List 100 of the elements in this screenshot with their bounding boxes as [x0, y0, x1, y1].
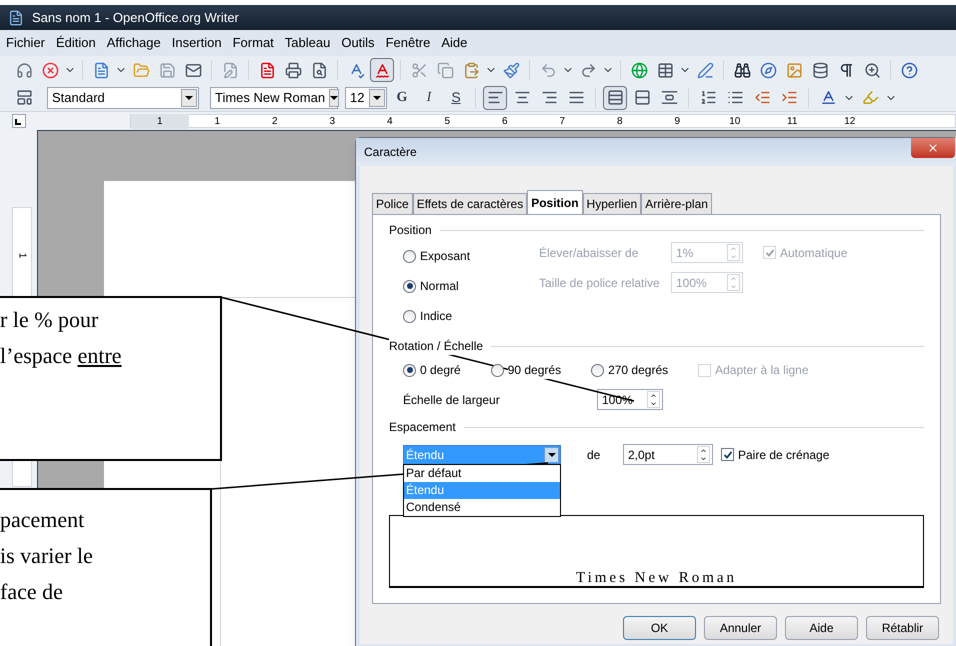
align-icon	[514, 89, 530, 106]
menu-item[interactable]: Outils	[341, 33, 375, 53]
radio-option[interactable]: Indice	[403, 307, 539, 325]
menu-item[interactable]: Fichier	[6, 33, 46, 53]
field-label: de	[587, 446, 602, 464]
styles-icon	[16, 89, 32, 106]
format-button[interactable]: I	[417, 86, 441, 110]
paste-icon	[462, 62, 480, 78]
menu-item[interactable]: Tableau	[284, 33, 330, 53]
dialog-title: Caractère	[364, 144, 417, 161]
edit-document-icon	[222, 62, 238, 78]
ruler-number: 9	[673, 114, 682, 128]
tab-stop-icon	[12, 114, 26, 128]
table-icon	[656, 62, 674, 78]
style-combo[interactable]: Standard	[47, 86, 199, 108]
ruler-number: 2	[270, 114, 279, 128]
checkbox[interactable]: Paire de crénage	[721, 446, 830, 464]
line-spacing-icon	[606, 89, 624, 106]
dropdown-value: Étendu	[405, 446, 446, 464]
align-icon	[486, 89, 504, 106]
dropdown-option[interactable]: Par défaut	[404, 465, 560, 482]
spin-arrows-icon	[727, 244, 740, 261]
group-heading: Rotation / Échelle	[389, 337, 484, 355]
callout-text: r le % pour l’espace entre	[0, 296, 222, 461]
copy-icon	[436, 62, 454, 78]
ruler-number: 1	[131, 114, 188, 128]
menu-item[interactable]: Format	[232, 33, 274, 53]
spin-arrows-icon	[647, 391, 660, 408]
combo-value: Standard	[51, 88, 106, 107]
new-document-icon	[92, 62, 110, 78]
dialog-tab[interactable]: Position	[527, 190, 583, 214]
database-icon	[812, 62, 828, 78]
spin-arrows-icon	[727, 274, 740, 291]
line-spacing-button[interactable]	[603, 86, 627, 110]
menu-item[interactable]: Affichage	[106, 33, 161, 53]
cut-icon	[410, 62, 428, 78]
undo-icon	[540, 62, 556, 78]
compass-icon	[760, 62, 776, 78]
callout-text: pacement is varier le face de	[0, 488, 212, 646]
menu-item[interactable]: Édition	[56, 33, 96, 53]
font-combo[interactable]: Times New Roman	[210, 86, 338, 108]
save-icon	[158, 62, 176, 78]
ruler-number: 4	[386, 114, 394, 128]
line-spacing-icon	[634, 89, 650, 106]
field-label: Élever/abaisser de	[539, 244, 640, 262]
pdf-icon	[258, 62, 276, 78]
headset-icon	[16, 62, 32, 78]
picture-icon	[786, 62, 802, 78]
highlighter-icon	[862, 89, 878, 106]
size-combo[interactable]: 12	[345, 86, 387, 108]
redo-icon	[580, 62, 596, 78]
ruler-number: 12	[843, 114, 856, 128]
format-button[interactable]: G	[390, 86, 414, 110]
format-button[interactable]: S	[444, 86, 468, 110]
dialog-tab[interactable]: Arrière-plan	[641, 193, 712, 214]
dialog-tab[interactable]: Hyperlien	[582, 193, 642, 214]
menu-item[interactable]: Aide	[441, 33, 468, 53]
radio-option[interactable]: Normal	[403, 277, 539, 295]
spellcheck-icon	[374, 62, 390, 78]
open-folder-icon	[132, 62, 150, 78]
spin-arrows-icon	[697, 446, 710, 463]
spellcheck-button[interactable]	[370, 58, 394, 82]
zoom-icon	[864, 62, 880, 78]
dialog-tab[interactable]: Police	[372, 193, 413, 214]
dropdown-option[interactable]: Condensé	[404, 499, 560, 516]
preview-icon	[310, 62, 328, 78]
dialog-button[interactable]: Rétablir	[866, 616, 939, 640]
dialog-button[interactable]: Annuler	[704, 616, 777, 640]
indent-decrease-icon	[754, 89, 770, 106]
combo-value: Times New Roman	[214, 88, 326, 107]
menu-item[interactable]: Fenêtre	[386, 33, 430, 53]
close-icon	[927, 142, 939, 154]
close-button[interactable]	[911, 138, 955, 158]
align-button[interactable]	[483, 86, 507, 110]
help-icon	[900, 62, 918, 78]
field-label: Échelle de largeur	[403, 392, 501, 408]
dialog-button[interactable]: OK	[623, 616, 696, 640]
window-title: Sans nom 1 - OpenOffice.org Writer	[32, 8, 239, 27]
indent-increase-icon	[780, 89, 798, 106]
close-circle-icon	[42, 62, 58, 78]
preview-text: Times New Roman	[576, 571, 738, 586]
radio-option[interactable]: Exposant	[403, 247, 539, 265]
ruler-number: 5	[443, 114, 452, 128]
mail-icon	[184, 62, 202, 78]
ruler-number: 1	[16, 252, 28, 258]
ruler-number: 11	[786, 114, 798, 128]
spacing-amount-field[interactable]: 2,0pt	[623, 444, 713, 465]
bullet-list-icon	[726, 89, 744, 106]
dialog-button[interactable]: Aide	[785, 616, 858, 640]
document-icon	[8, 10, 24, 26]
field-label: Taille de police relative	[539, 274, 661, 292]
numbered-list-icon	[700, 89, 716, 106]
ruler-number: 10	[728, 114, 742, 128]
globe-icon	[630, 62, 648, 78]
menu-item[interactable]: Insertion	[172, 33, 222, 53]
combo-value: 12	[349, 88, 366, 107]
find-icon	[734, 62, 750, 78]
brush-icon	[502, 62, 520, 78]
dialog-tab[interactable]: Effets de caractères	[412, 193, 528, 214]
ruler-number: 8	[616, 114, 624, 128]
